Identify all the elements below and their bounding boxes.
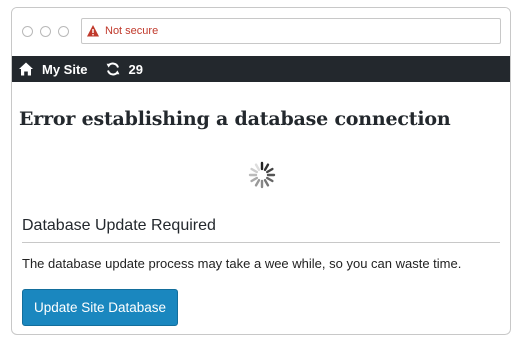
refresh-icon [105,61,121,77]
update-database-button[interactable]: Update Site Database [22,289,178,326]
updates-count: 29 [128,61,143,77]
window-minimize-dot[interactable] [40,26,51,37]
browser-toolbar: Not secure [12,8,510,56]
browser-window: Not secure My Site 29 Error establishing… [11,7,511,335]
section-title: Database Update Required [22,217,216,234]
loading-spinner-icon [248,161,276,189]
site-name: My Site [42,61,88,77]
section-divider [22,242,500,243]
address-bar[interactable]: Not secure [81,18,501,44]
error-title: Error establishing a database connection [19,108,451,130]
admin-bar: My Site 29 [12,56,510,82]
admin-bar-updates[interactable]: 29 [88,61,143,77]
admin-bar-site[interactable]: My Site [12,61,88,77]
window-maximize-dot[interactable] [58,26,69,37]
home-icon [18,61,34,77]
window-close-dot[interactable] [22,26,33,37]
warning-icon [86,24,100,38]
description-text: The database update process may take a w… [22,256,462,271]
security-label: Not secure [105,25,159,37]
